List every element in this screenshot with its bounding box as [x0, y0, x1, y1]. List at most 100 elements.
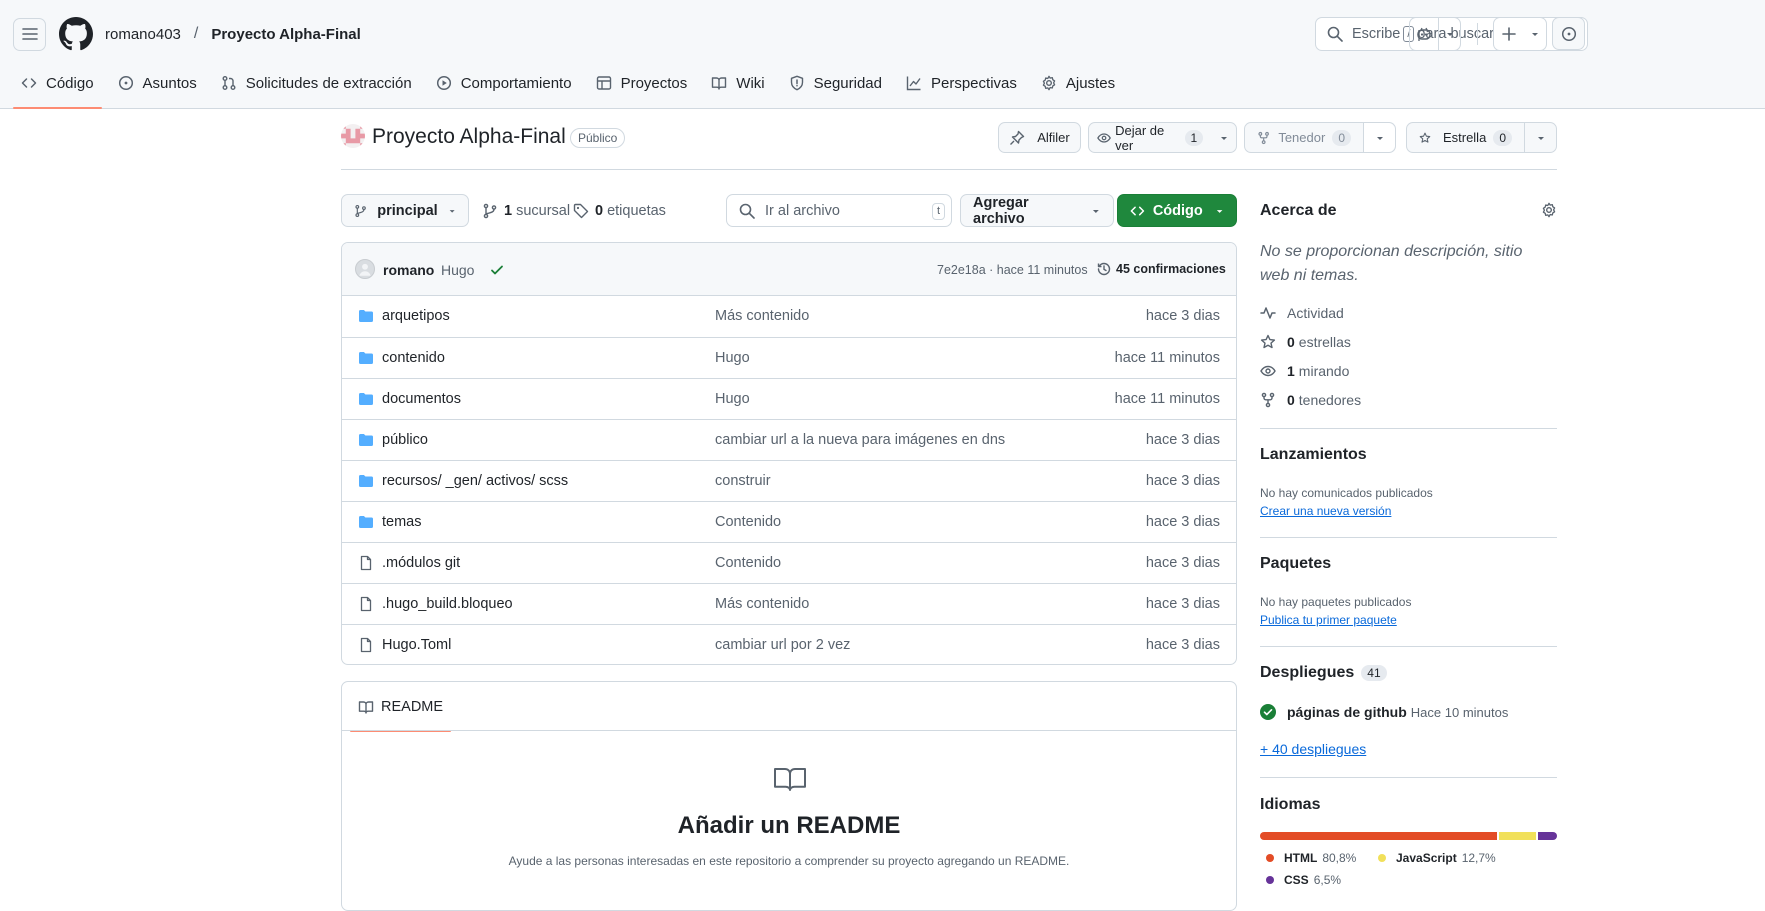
branch-selector[interactable]: principal: [341, 194, 469, 227]
branches-label: sucursal: [516, 202, 571, 219]
file-row[interactable]: público cambiar url a la nueva para imág…: [342, 419, 1236, 460]
tab-projects[interactable]: Proyectos: [588, 58, 696, 108]
language-item-css[interactable]: CSS 6,5%: [1266, 873, 1341, 887]
github-logo[interactable]: [59, 17, 93, 51]
tab-settings[interactable]: Ajustes: [1033, 58, 1123, 108]
gear-icon[interactable]: [1541, 202, 1557, 218]
activity-link[interactable]: Actividad: [1260, 305, 1344, 321]
folder-icon: [359, 352, 373, 364]
deployments-count: 41: [1361, 665, 1387, 681]
watching-label: mirando: [1298, 363, 1350, 379]
star-label: Estrella: [1442, 130, 1487, 145]
repo-title[interactable]: Proyecto Alpha-Final: [372, 125, 566, 149]
breadcrumb-owner[interactable]: romano403: [105, 26, 181, 43]
create-new-dropdown[interactable]: [1524, 18, 1546, 50]
tab-issues[interactable]: Asuntos: [110, 58, 205, 108]
file-row[interactable]: .hugo_build.bloqueo Más contenido hace 3…: [342, 583, 1236, 624]
deployment-item[interactable]: páginas de github Hace 10 minutos: [1260, 704, 1508, 720]
file-commit-message[interactable]: cambiar url por 2 vez: [715, 637, 850, 653]
file-commit-message[interactable]: Contenido: [715, 555, 781, 571]
more-deployments-link[interactable]: + 40 despliegues: [1260, 741, 1366, 757]
tab-insights[interactable]: Perspectivas: [898, 58, 1025, 108]
file-name[interactable]: .módulos git: [382, 555, 460, 571]
menu-button[interactable]: [13, 17, 46, 51]
github-mark-icon: [59, 17, 93, 51]
commit-hash-time[interactable]: 7e2e18a · hace 11 minutos: [937, 263, 1088, 277]
watchers-link[interactable]: 1 mirando: [1260, 363, 1349, 379]
branches-link[interactable]: 1 sucursal: [482, 194, 570, 227]
file-row[interactable]: contenido Hugo hace 11 minutos: [342, 337, 1236, 378]
packages-title[interactable]: Paquetes: [1260, 555, 1331, 573]
file-row[interactable]: documentos Hugo hace 11 minutos: [342, 378, 1236, 419]
create-new-button[interactable]: [1494, 18, 1524, 50]
repo-owner-avatar[interactable]: [341, 124, 365, 148]
file-commit-message[interactable]: Hugo: [715, 391, 750, 407]
user-icon: [359, 263, 371, 276]
unwatch-dropdown[interactable]: [1211, 123, 1236, 152]
go-to-file-input[interactable]: Ir al archivo t: [726, 194, 952, 227]
commit-message[interactable]: Hugo: [441, 262, 474, 278]
fork-dropdown[interactable]: [1363, 123, 1395, 152]
file-name[interactable]: público: [382, 432, 428, 448]
file-commit-message[interactable]: Contenido: [715, 514, 781, 530]
copilot-split-button[interactable]: [1409, 17, 1461, 51]
language-item-javascript[interactable]: JavaScript 12,7%: [1378, 851, 1496, 865]
tab-wiki[interactable]: Wiki: [703, 58, 772, 108]
file-name[interactable]: arquetipos: [382, 308, 450, 324]
publish-package-link[interactable]: Publica tu primer paquete: [1260, 613, 1397, 627]
file-row[interactable]: .módulos git Contenido hace 3 dias: [342, 542, 1236, 583]
commits-link[interactable]: 45 confirmaciones: [1096, 261, 1226, 277]
deployments-header[interactable]: Despliegues 41: [1260, 664, 1387, 682]
file-name[interactable]: recursos/ _gen/ activos/ scss: [382, 473, 568, 489]
tab-pull-requests[interactable]: Solicitudes de extracción: [213, 58, 420, 108]
breadcrumb-repo[interactable]: Proyecto Alpha-Final: [211, 26, 360, 43]
releases-title[interactable]: Lanzamientos: [1260, 446, 1367, 464]
file-commit-message[interactable]: Más contenido: [715, 308, 809, 324]
language-percent: 12,7%: [1461, 851, 1496, 865]
tab-security[interactable]: Seguridad: [781, 58, 890, 108]
file-commit-message[interactable]: Más contenido: [715, 596, 809, 612]
star-button[interactable]: Estrella 0: [1407, 123, 1524, 152]
file-name[interactable]: contenido: [382, 350, 445, 366]
tab-code[interactable]: Código: [13, 58, 102, 109]
tab-label: Asuntos: [142, 74, 197, 92]
tab-actions[interactable]: Comportamiento: [428, 58, 580, 108]
create-new-split-button[interactable]: [1493, 17, 1547, 51]
fork-split-button[interactable]: Tenedor 0: [1244, 122, 1396, 153]
commit-author[interactable]: romano: [383, 262, 434, 278]
file-row[interactable]: arquetipos Más contenido hace 3 dias: [342, 296, 1236, 337]
file-name[interactable]: temas: [382, 514, 422, 530]
stars-link[interactable]: 0 estrellas: [1260, 334, 1351, 350]
file-name[interactable]: .hugo_build.bloqueo: [382, 596, 513, 612]
file-commit-message[interactable]: construir: [715, 473, 771, 489]
tab-label: Ajustes: [1065, 74, 1116, 92]
create-release-link[interactable]: Crear una nueva versión: [1260, 504, 1391, 518]
hamburger-icon: [21, 28, 38, 40]
fork-button[interactable]: Tenedor 0: [1245, 123, 1363, 152]
file-commit-message[interactable]: cambiar url a la nueva para imágenes en …: [715, 432, 1005, 448]
file-row[interactable]: Hugo.Toml cambiar url por 2 vez hace 3 d…: [342, 624, 1236, 664]
language-color-dot: [1378, 854, 1386, 862]
book-icon: [774, 768, 806, 791]
pin-button[interactable]: Alfiler: [998, 122, 1081, 153]
unwatch-split-button[interactable]: Dejar de ver 1: [1088, 122, 1237, 153]
commit-author-avatar[interactable]: [355, 259, 375, 279]
star-split-button[interactable]: Estrella 0: [1406, 122, 1557, 153]
add-file-button[interactable]: Agregar archivo: [960, 194, 1114, 227]
tags-link[interactable]: 0 etiquetas: [573, 194, 666, 227]
unwatch-button[interactable]: Dejar de ver 1: [1089, 123, 1211, 153]
language-item-html[interactable]: HTML 80,8%: [1266, 851, 1356, 865]
issues-button[interactable]: [1552, 17, 1585, 50]
readme-tab[interactable]: README: [350, 682, 452, 732]
forks-link[interactable]: 0 tenedores: [1260, 392, 1361, 408]
file-row[interactable]: recursos/ _gen/ activos/ scss construir …: [342, 460, 1236, 501]
copilot-dropdown-button[interactable]: [1438, 18, 1460, 50]
file-name[interactable]: Hugo.Toml: [382, 637, 451, 653]
file-commit-message[interactable]: Hugo: [715, 350, 750, 366]
star-dropdown[interactable]: [1524, 123, 1556, 152]
file-name[interactable]: documentos: [382, 391, 461, 407]
file-row[interactable]: temas Contenido hace 3 dias: [342, 501, 1236, 542]
code-button[interactable]: Código: [1117, 194, 1237, 227]
copilot-button[interactable]: [1410, 18, 1438, 50]
caret-down-icon: [1537, 136, 1544, 140]
